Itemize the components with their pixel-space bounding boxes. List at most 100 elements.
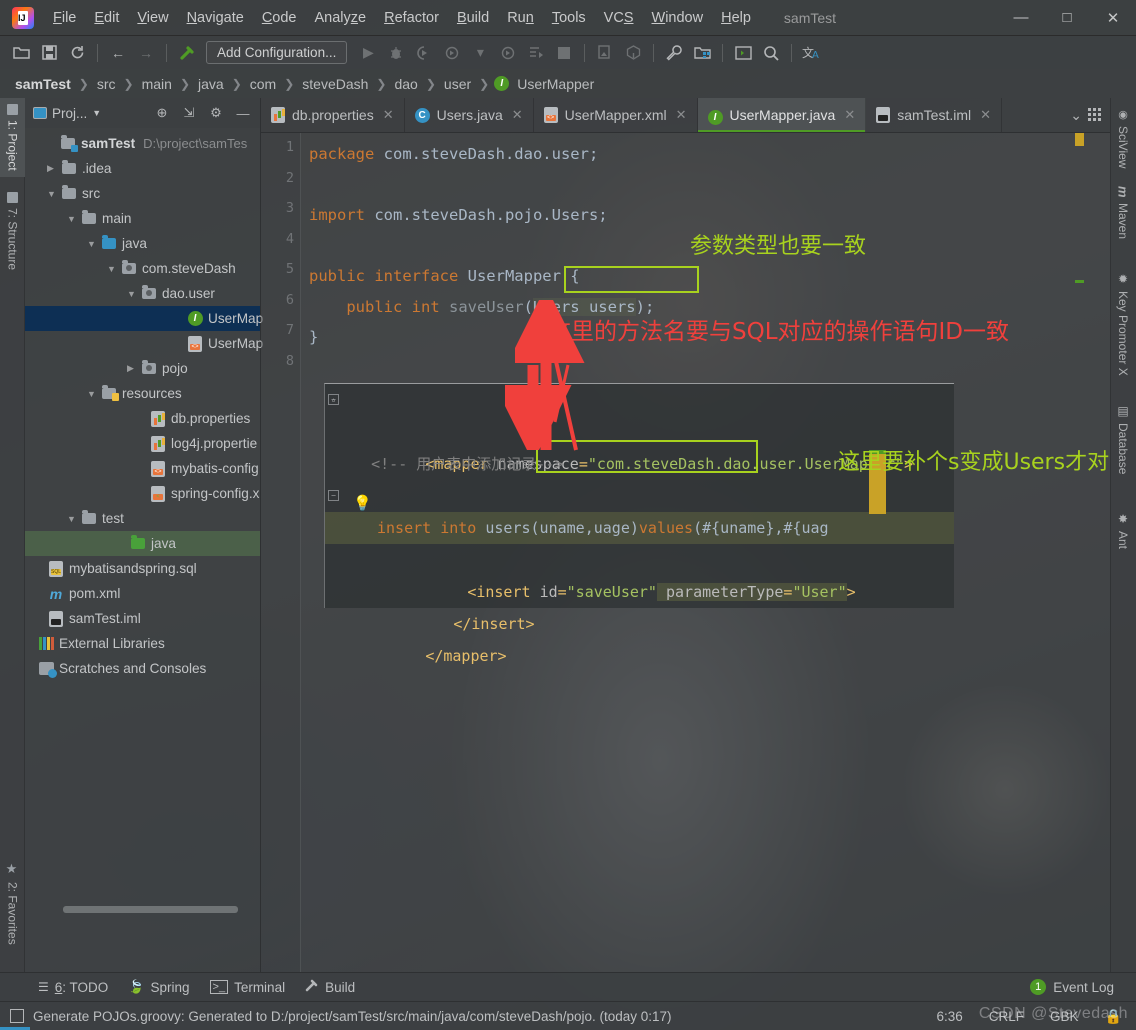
tree-node-test[interactable]: ▼ test <box>25 506 260 531</box>
sidebar-item-structure[interactable]: 7: Structure <box>0 186 25 276</box>
sidebar-item-maven[interactable]: m Maven <box>1110 180 1136 245</box>
breadcrumb-item-stevedash[interactable]: steveDash <box>299 76 371 92</box>
tree-node-java-main[interactable]: ▼ java <box>25 231 260 256</box>
tree-node-db-properties[interactable]: db.properties <box>25 406 260 431</box>
tree-node-samtest-iml[interactable]: samTest.iml <box>25 606 260 631</box>
expand-arrow-icon[interactable]: ▶ <box>127 363 140 374</box>
tab-users-java[interactable]: C Users.java ✕ <box>405 98 534 132</box>
close-icon[interactable]: ✕ <box>383 107 394 123</box>
tool-window-spring[interactable]: 🍃 Spring <box>128 979 189 995</box>
project-panel-title[interactable]: Proj... ▼ <box>33 106 101 121</box>
close-icon[interactable]: ✕ <box>676 107 687 123</box>
tree-node-samtest[interactable]: samTest D:\project\samTes <box>25 131 260 156</box>
tree-node-pom-xml[interactable]: m pom.xml <box>25 581 260 606</box>
profile-dropdown-icon[interactable]: ▾ <box>467 41 493 65</box>
sidebar-item-database[interactable]: ▤ Database <box>1110 398 1136 480</box>
menu-build[interactable]: Build <box>448 6 498 30</box>
save-all-icon[interactable] <box>36 41 62 65</box>
collapse-arrow-icon[interactable]: ▼ <box>87 389 100 399</box>
expand-arrow-icon[interactable]: ▶ <box>47 163 60 174</box>
open-folder-icon[interactable] <box>8 41 34 65</box>
tree-node-com-stevedash[interactable]: ▼ com.steveDash <box>25 256 260 281</box>
collapse-arrow-icon[interactable]: ▼ <box>87 239 100 249</box>
code-editor[interactable]: 1 2 3 4 5 6 7 8 package com.steveDash.da… <box>261 133 1110 972</box>
tree-node-java-test[interactable]: java <box>25 531 260 556</box>
tree-node-usermapper-xml[interactable]: UserMap <box>25 331 263 356</box>
profile-icon[interactable] <box>439 41 465 65</box>
breadcrumb-item-dao[interactable]: dao <box>391 76 420 92</box>
intention-bulb-icon[interactable]: 💡 <box>353 487 372 519</box>
fold-marker-icon[interactable]: − <box>328 490 339 501</box>
tree-node-dao-user[interactable]: ▼ dao.user <box>25 281 260 306</box>
menu-navigate[interactable]: Navigate <box>178 6 253 30</box>
stop-icon[interactable] <box>551 41 577 65</box>
search-everywhere-icon[interactable] <box>758 41 784 65</box>
target-locate-icon[interactable]: ⊕ <box>153 105 171 121</box>
build-hammer-icon[interactable] <box>174 41 200 65</box>
collapse-arrow-icon[interactable]: ▼ <box>67 514 80 524</box>
collapse-arrow-icon[interactable]: ▼ <box>107 264 120 274</box>
menu-view[interactable]: View <box>128 6 177 30</box>
close-icon[interactable]: ✕ <box>512 107 523 123</box>
tool-window-build[interactable]: Build <box>305 979 355 995</box>
run-with-coverage-icon[interactable] <box>411 41 437 65</box>
tree-node-mybatis-config[interactable]: mybatis-config <box>25 456 260 481</box>
breadcrumb-item-src[interactable]: src <box>94 76 119 92</box>
caret-position[interactable]: 6:36 <box>937 1009 963 1024</box>
menu-analyze[interactable]: Analyze <box>306 6 376 30</box>
project-structure-icon[interactable] <box>689 41 715 65</box>
run-configuration-selector[interactable]: Add Configuration... <box>206 41 348 64</box>
chevron-down-icon[interactable]: ⌄ <box>1070 107 1082 124</box>
tree-node-scratches-consoles[interactable]: Scratches and Consoles <box>25 656 260 681</box>
tab-usermapper-java[interactable]: I UserMapper.java ✕ <box>697 98 867 132</box>
menu-edit[interactable]: Edit <box>85 6 128 30</box>
collapse-all-icon[interactable]: ⇲ <box>180 105 198 121</box>
sidebar-item-ant[interactable]: ✸ Ant <box>1110 506 1136 555</box>
fold-marker-icon[interactable]: ▵ <box>328 394 339 405</box>
tree-node-resources[interactable]: ▼ resources <box>25 381 260 406</box>
tab-db-properties[interactable]: db.properties ✕ <box>261 98 405 132</box>
settings-wrench-icon[interactable] <box>661 41 687 65</box>
close-button[interactable]: ✕ <box>1090 1 1136 35</box>
menu-vcs[interactable]: VCS <box>595 6 643 30</box>
close-icon[interactable]: ✕ <box>844 107 855 123</box>
tree-node-mybatisandspring-sql[interactable]: mybatisandspring.sql <box>25 556 260 581</box>
run-console-icon[interactable] <box>523 41 549 65</box>
breadcrumb-item-com[interactable]: com <box>247 76 279 92</box>
sidebar-item-key-promoter-x[interactable]: ✹ Key Promoter X <box>1110 266 1136 382</box>
translate-icon[interactable]: 文A <box>799 41 825 65</box>
tree-node-src[interactable]: ▼ src <box>25 181 260 206</box>
tab-samtest-iml[interactable]: samTest.iml ✕ <box>866 98 1003 132</box>
project-tree-horizontal-scrollbar[interactable] <box>63 906 238 913</box>
tree-node-idea[interactable]: ▶ .idea <box>25 156 260 181</box>
back-icon[interactable]: ← <box>105 41 131 65</box>
breadcrumb-item-main[interactable]: main <box>139 76 175 92</box>
tree-node-usermapper-java[interactable]: I UserMap <box>25 306 263 331</box>
tool-window-terminal[interactable]: >_ Terminal <box>209 980 285 995</box>
close-icon[interactable]: ✕ <box>980 107 991 123</box>
breadcrumb-item-java[interactable]: java <box>195 76 227 92</box>
breadcrumb-item-samtest[interactable]: samTest <box>12 76 74 92</box>
tree-node-spring-config[interactable]: spring-config.x <box>25 481 260 506</box>
terminal-icon[interactable] <box>730 41 756 65</box>
update-project-icon[interactable] <box>592 41 618 65</box>
minimize-button[interactable]: — <box>998 1 1044 35</box>
menu-code[interactable]: Code <box>253 6 306 30</box>
forward-icon[interactable]: → <box>133 41 159 65</box>
sidebar-item-project[interactable]: 1: Project <box>0 98 25 177</box>
maximize-button[interactable]: □ <box>1044 1 1090 35</box>
collapse-arrow-icon[interactable]: ▼ <box>67 214 80 224</box>
tree-node-external-libraries[interactable]: External Libraries <box>25 631 260 656</box>
tab-usermapper-xml[interactable]: UserMapper.xml ✕ <box>534 98 698 132</box>
sync-icon[interactable] <box>64 41 90 65</box>
grid-icon[interactable] <box>1088 108 1102 122</box>
menu-run[interactable]: Run <box>498 6 543 30</box>
menu-file[interactable]: File <box>44 6 85 30</box>
tree-node-log4j-properties[interactable]: log4j.propertie <box>25 431 260 456</box>
breadcrumb-item-usermapper[interactable]: UserMapper <box>514 76 597 92</box>
menu-tools[interactable]: Tools <box>543 6 595 30</box>
chevron-down-icon[interactable]: ▼ <box>92 108 101 118</box>
xml-editor-overlay[interactable]: − <mapper namespace="com.steveDash.dao.u… <box>324 383 954 665</box>
tree-node-main[interactable]: ▼ main <box>25 206 260 231</box>
breadcrumb-item-user[interactable]: user <box>441 76 474 92</box>
